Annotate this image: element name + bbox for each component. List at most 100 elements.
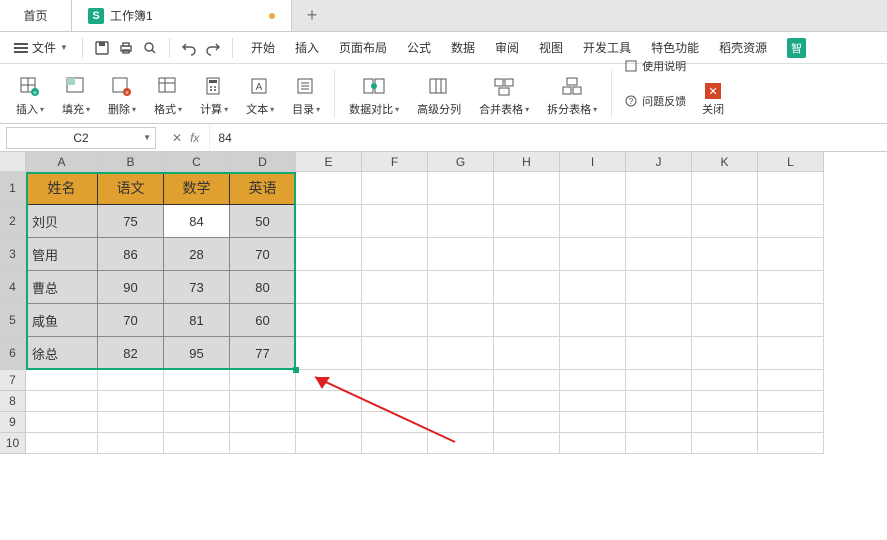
cell-I10[interactable] — [560, 433, 626, 454]
cell-G9[interactable] — [428, 412, 494, 433]
cancel-formula-button[interactable]: ✕ — [172, 131, 182, 145]
tab-home[interactable]: 首页 — [0, 0, 72, 31]
cell-D6[interactable]: 77 — [230, 337, 296, 370]
cell-B5[interactable]: 70 — [98, 304, 164, 337]
menu-数据[interactable]: 数据 — [441, 32, 485, 63]
column-header-L[interactable]: L — [758, 152, 824, 172]
cell-A7[interactable] — [26, 370, 98, 391]
column-header-K[interactable]: K — [692, 152, 758, 172]
cell-I9[interactable] — [560, 412, 626, 433]
cell-L2[interactable] — [758, 205, 824, 238]
cell-B6[interactable]: 82 — [98, 337, 164, 370]
cell-D1[interactable]: 英语 — [230, 172, 296, 205]
cell-K8[interactable] — [692, 391, 758, 412]
cell-G7[interactable] — [428, 370, 494, 391]
undo-button[interactable] — [178, 37, 200, 59]
cell-C6[interactable]: 95 — [164, 337, 230, 370]
cell-I4[interactable] — [560, 271, 626, 304]
cell-C3[interactable]: 28 — [164, 238, 230, 271]
cell-G8[interactable] — [428, 391, 494, 412]
cell-H2[interactable] — [494, 205, 560, 238]
menu-页面布局[interactable]: 页面布局 — [329, 32, 397, 63]
ribbon-feedback[interactable]: ?问题反馈 — [624, 84, 686, 117]
row-header-10[interactable]: 10 — [0, 433, 26, 454]
formula-input[interactable]: 84 — [209, 124, 887, 151]
cell-J3[interactable] — [626, 238, 692, 271]
cell-J1[interactable] — [626, 172, 692, 205]
cell-G1[interactable] — [428, 172, 494, 205]
cell-E7[interactable] — [296, 370, 362, 391]
cell-C10[interactable] — [164, 433, 230, 454]
cell-E9[interactable] — [296, 412, 362, 433]
cell-C5[interactable]: 81 — [164, 304, 230, 337]
cell-K9[interactable] — [692, 412, 758, 433]
cell-D7[interactable] — [230, 370, 296, 391]
column-header-A[interactable]: A — [26, 152, 98, 172]
column-header-I[interactable]: I — [560, 152, 626, 172]
cell-K5[interactable] — [692, 304, 758, 337]
cell-L1[interactable] — [758, 172, 824, 205]
column-header-D[interactable]: D — [230, 152, 296, 172]
cell-J4[interactable] — [626, 271, 692, 304]
cell-A9[interactable] — [26, 412, 98, 433]
menu-智[interactable]: 智 — [777, 32, 816, 63]
cell-C7[interactable] — [164, 370, 230, 391]
ribbon-fill[interactable]: 填充▾ — [54, 73, 98, 119]
cell-L9[interactable] — [758, 412, 824, 433]
cell-H8[interactable] — [494, 391, 560, 412]
cell-G10[interactable] — [428, 433, 494, 454]
menu-开始[interactable]: 开始 — [241, 32, 285, 63]
cell-B10[interactable] — [98, 433, 164, 454]
cell-D8[interactable] — [230, 391, 296, 412]
row-header-9[interactable]: 9 — [0, 412, 26, 433]
cell-B8[interactable] — [98, 391, 164, 412]
preview-button[interactable] — [139, 37, 161, 59]
cell-K7[interactable] — [692, 370, 758, 391]
cell-A3[interactable]: 管用 — [26, 238, 98, 271]
ribbon-text[interactable]: A文本▾ — [238, 73, 282, 119]
column-header-E[interactable]: E — [296, 152, 362, 172]
cell-C8[interactable] — [164, 391, 230, 412]
file-menu-button[interactable]: 文件 ▼ — [8, 39, 74, 56]
cell-G5[interactable] — [428, 304, 494, 337]
cell-A4[interactable]: 曹总 — [26, 271, 98, 304]
row-header-1[interactable]: 1 — [0, 172, 26, 205]
menu-插入[interactable]: 插入 — [285, 32, 329, 63]
cell-F1[interactable] — [362, 172, 428, 205]
cell-K2[interactable] — [692, 205, 758, 238]
cell-L10[interactable] — [758, 433, 824, 454]
cell-H4[interactable] — [494, 271, 560, 304]
cell-F4[interactable] — [362, 271, 428, 304]
cell-J7[interactable] — [626, 370, 692, 391]
menu-审阅[interactable]: 审阅 — [485, 32, 529, 63]
cell-K1[interactable] — [692, 172, 758, 205]
cell-A1[interactable]: 姓名 — [26, 172, 98, 205]
cell-J2[interactable] — [626, 205, 692, 238]
cell-H10[interactable] — [494, 433, 560, 454]
cell-area[interactable]: 姓名语文数学英语刘贝758450管用862870曹总907380咸鱼708160… — [26, 172, 887, 540]
cell-I6[interactable] — [560, 337, 626, 370]
cell-G3[interactable] — [428, 238, 494, 271]
column-header-C[interactable]: C — [164, 152, 230, 172]
cell-I8[interactable] — [560, 391, 626, 412]
cell-K4[interactable] — [692, 271, 758, 304]
cell-L6[interactable] — [758, 337, 824, 370]
cell-F5[interactable] — [362, 304, 428, 337]
cell-K6[interactable] — [692, 337, 758, 370]
ribbon-calc[interactable]: 计算▾ — [192, 73, 236, 119]
ribbon-compare[interactable]: 数据对比▾ — [341, 73, 407, 119]
ribbon-unmerge[interactable]: 拆分表格▾ — [539, 73, 605, 119]
cell-I3[interactable] — [560, 238, 626, 271]
print-button[interactable] — [115, 37, 137, 59]
row-header-5[interactable]: 5 — [0, 304, 26, 337]
cell-B3[interactable]: 86 — [98, 238, 164, 271]
ribbon-close[interactable]: ✕关闭 — [694, 81, 732, 119]
redo-button[interactable] — [202, 37, 224, 59]
ribbon-merge[interactable]: 合并表格▾ — [471, 73, 537, 119]
cell-L7[interactable] — [758, 370, 824, 391]
row-header-3[interactable]: 3 — [0, 238, 26, 271]
cell-L3[interactable] — [758, 238, 824, 271]
cell-E3[interactable] — [296, 238, 362, 271]
column-header-F[interactable]: F — [362, 152, 428, 172]
cell-I2[interactable] — [560, 205, 626, 238]
